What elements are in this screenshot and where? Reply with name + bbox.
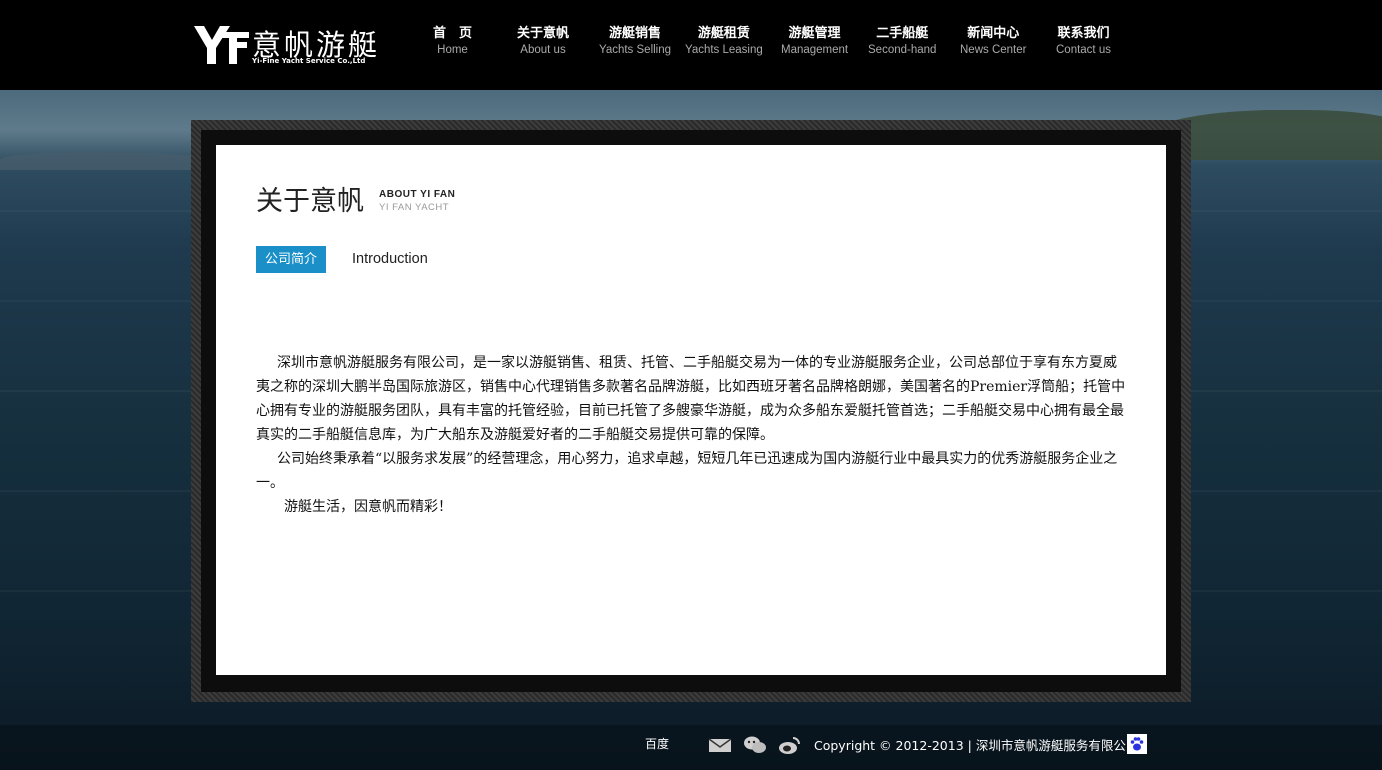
page-subtitle-en: YI FAN YACHT [379, 202, 450, 213]
nav-yachts-selling-en: Yachts Selling [599, 44, 672, 56]
copyright-text: Copyright © 2012-2013 | 深圳市意帆游艇服务有限公司 [814, 738, 1139, 753]
site-footer: 百度 Copyright © 2012-2013 | 深圳市意帆游艇服务有限公司 [0, 725, 1382, 770]
distant-island-left [0, 152, 220, 170]
nav-about[interactable]: 关于意帆 About us [517, 22, 569, 56]
nav-management-cn: 游艇管理 [788, 26, 841, 41]
nav-about-en: About us [520, 44, 566, 56]
nav-yachts-leasing-en: Yachts Leasing [685, 44, 763, 56]
logo-mark-icon [194, 26, 249, 64]
nav-news-center-en: News Center [960, 44, 1027, 56]
nav-about-cn: 关于意帆 [517, 26, 570, 41]
nav-contact-cn: 联系我们 [1057, 26, 1110, 41]
intro-text: 深圳市意帆游艇服务有限公司，是一家以游艇销售、租赁、托管、二手船艇交易为一体的专… [256, 351, 1126, 519]
nav-contact-en: Contact us [1056, 44, 1111, 56]
wechat-icon[interactable] [743, 735, 767, 755]
nav-news-center[interactable]: 新闻中心 News Center [960, 22, 1026, 56]
logo-name-en: Yi-Fine Yacht Service Co.,Ltd [252, 57, 366, 65]
tab-introduction-label: Introduction [352, 251, 428, 267]
intro-paragraph: 深圳市意帆游艇服务有限公司，是一家以游艇销售、租赁、托管、二手船艇交易为一体的专… [256, 355, 1126, 443]
nav-home[interactable]: 首 页 Home [433, 22, 472, 56]
nav-management[interactable]: 游艇管理 Management [781, 22, 848, 56]
nav-second-hand[interactable]: 二手船艇 Second-hand [868, 22, 936, 56]
nav-home-cn: 首 页 [433, 26, 473, 41]
intro-paragraph: 公司始终秉承着“以服务求发展”的经营理念，用心努力，追求卓越，短短几年已迅速成为… [256, 451, 1118, 491]
weibo-icon[interactable] [778, 735, 802, 755]
nav-news-center-cn: 新闻中心 [967, 26, 1020, 41]
content-panel: 关于意帆 ABOUT YI FAN YI FAN YACHT 公司简介 Intr… [216, 145, 1166, 675]
nav-yachts-selling-cn: 游艇销售 [609, 26, 662, 41]
site-logo[interactable]: 意帆游艇 Yi-Fine Yacht Service Co.,Ltd [192, 24, 392, 68]
nav-contact[interactable]: 联系我们 Contact us [1056, 22, 1111, 56]
nav-second-hand-en: Second-hand [868, 44, 937, 56]
baidu-paw-icon[interactable] [1127, 734, 1147, 754]
intro-slogan: 游艇生活，因意帆而精彩！ [284, 499, 452, 515]
baidu-link[interactable]: 百度 [645, 735, 669, 752]
page-title: 关于意帆 [256, 186, 364, 217]
site-header: 意帆游艇 Yi-Fine Yacht Service Co.,Ltd 首 页 H… [0, 0, 1382, 90]
tab-company-intro[interactable]: 公司简介 [256, 246, 326, 273]
nav-yachts-leasing-cn: 游艇租赁 [697, 26, 750, 41]
nav-management-en: Management [781, 44, 849, 56]
nav-yachts-leasing[interactable]: 游艇租赁 Yachts Leasing [685, 22, 763, 56]
mail-icon[interactable] [708, 735, 732, 755]
page-title-en: ABOUT YI FAN [379, 189, 456, 200]
nav-yachts-selling[interactable]: 游艇销售 Yachts Selling [599, 22, 671, 56]
nav-home-en: Home [437, 44, 468, 56]
nav-second-hand-cn: 二手船艇 [876, 26, 929, 41]
